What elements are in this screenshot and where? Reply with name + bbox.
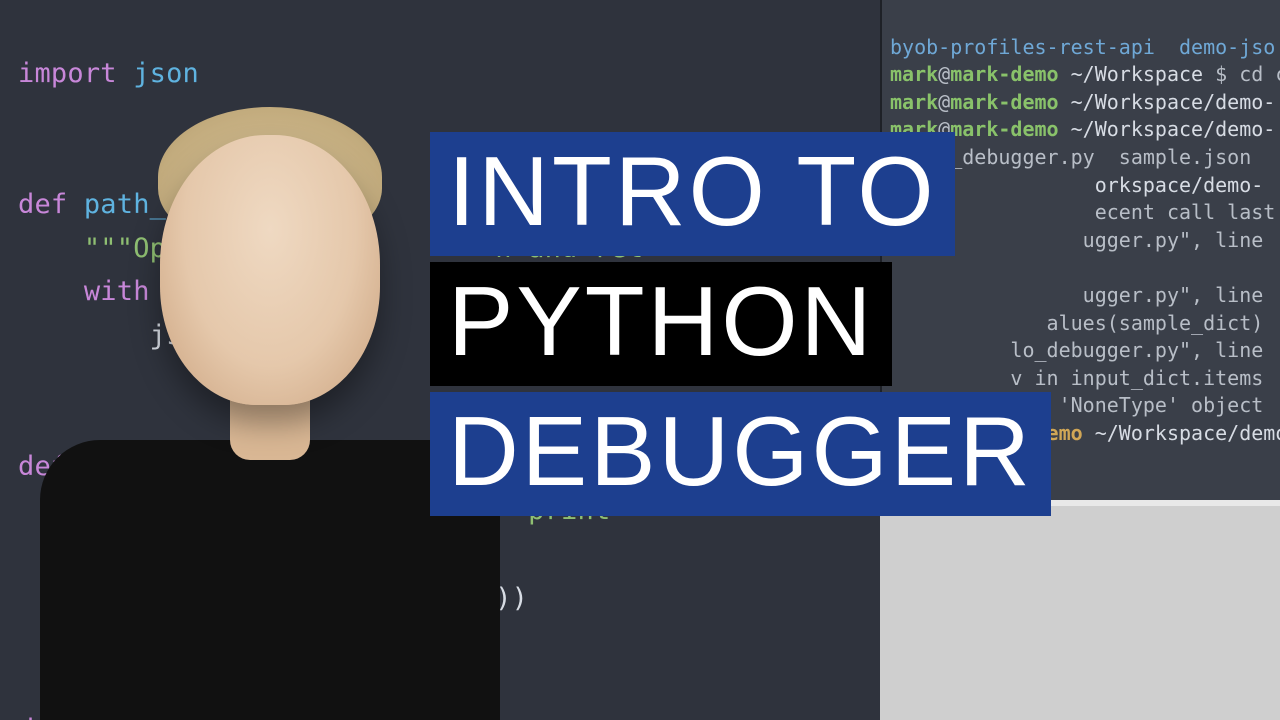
fn-print: print_ [84, 451, 183, 482]
terminal-panel: byob-profiles-rest-api demo-jso mark@mar… [880, 0, 1280, 500]
docstring: """Loo print [18, 495, 610, 526]
fn-main: main [84, 714, 150, 720]
strip-divider [880, 500, 1280, 506]
kw-import: import [18, 58, 117, 89]
docstring: """Open file h and ret [18, 233, 643, 264]
lower-right-strip [880, 500, 1280, 720]
fn-path-to-dict: path_to_dict [84, 189, 281, 220]
code-editor-panel: import json def path_to_dict(pa """Open … [0, 0, 880, 720]
